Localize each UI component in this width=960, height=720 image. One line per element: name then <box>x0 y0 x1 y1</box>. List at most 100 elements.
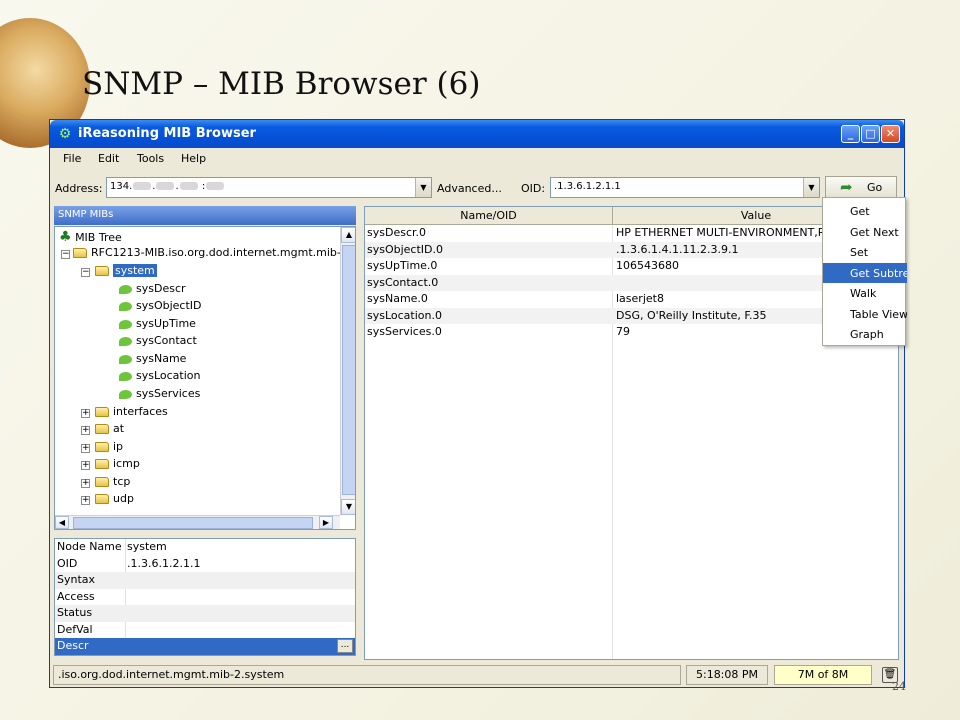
collapse-icon[interactable]: − <box>61 250 70 259</box>
cell-name: sysName.0 <box>367 292 428 305</box>
property-row[interactable]: Node Name system <box>55 539 355 556</box>
tree-node-at[interactable]: at <box>95 422 124 438</box>
cell-name: sysDescr.0 <box>367 226 426 239</box>
table-row[interactable]: sysContact.0 <box>365 274 898 291</box>
tree-node-ip[interactable]: ip <box>95 440 123 456</box>
cell-name: sysUpTime.0 <box>367 259 438 272</box>
folder-open-icon <box>73 248 87 258</box>
tree-node-udp[interactable]: udp <box>95 492 134 508</box>
address-dropdown-icon[interactable]: ▼ <box>415 178 431 197</box>
tree-node-sysname[interactable]: sysName <box>119 352 186 368</box>
slide-page-number: 24 <box>892 680 906 693</box>
address-value: 134... : <box>110 181 225 192</box>
result-table[interactable]: Name/OID Value sysDescr.0 HP ETHERNET MU… <box>364 206 899 660</box>
property-key: DefVal <box>57 622 93 636</box>
property-row[interactable]: DefVal <box>55 622 355 639</box>
oid-combo[interactable]: .1.3.6.1.2.1.1 ▼ <box>550 177 820 198</box>
table-header: Name/OID Value <box>365 207 898 225</box>
expand-icon[interactable]: + <box>81 426 90 435</box>
go-button[interactable]: ➦ Go <box>825 176 897 198</box>
tree-node-sysuptime[interactable]: sysUpTime <box>119 317 196 333</box>
leaf-icon <box>119 336 132 346</box>
property-row[interactable]: Syntax <box>55 572 355 589</box>
table-row[interactable]: sysName.0 laserjet8 <box>365 291 898 308</box>
tree-node-sysservices[interactable]: sysServices <box>119 387 200 403</box>
tree-node-label: sysServices <box>136 387 201 400</box>
status-bar: .iso.org.dod.internet.mgmt.mib-2.system … <box>50 664 904 687</box>
tree-node-icmp[interactable]: icmp <box>95 457 140 473</box>
property-value: system <box>127 540 167 553</box>
scroll-thumb[interactable] <box>342 245 355 495</box>
menu-file[interactable]: File <box>63 152 81 165</box>
scroll-up-icon[interactable]: ▲ <box>341 227 355 243</box>
go-label: Go <box>867 181 883 194</box>
expand-icon[interactable]: + <box>81 496 90 505</box>
leaf-icon <box>119 301 132 311</box>
expand-icon[interactable]: + <box>81 444 90 453</box>
property-row[interactable]: OID .1.3.6.1.2.1.1 <box>55 556 355 573</box>
leaf-icon <box>119 319 132 329</box>
tree-node-label: tcp <box>113 475 131 488</box>
scroll-left-icon[interactable]: ◀ <box>55 516 69 529</box>
property-row[interactable]: Status <box>55 605 355 622</box>
menu-item-get-next[interactable]: Get Next <box>823 222 907 242</box>
expand-icon[interactable]: + <box>81 409 90 418</box>
scroll-down-icon[interactable]: ▼ <box>341 499 355 515</box>
tree-node-root[interactable]: ♣ MIB Tree <box>59 229 122 245</box>
expand-icon[interactable]: + <box>81 461 90 470</box>
property-value: .1.3.6.1.2.1.1 <box>127 556 201 570</box>
expand-icon[interactable]: + <box>81 479 90 488</box>
tree-node-label: sysObjectID <box>136 299 202 312</box>
tree-node-sysobjectid[interactable]: sysObjectID <box>119 299 202 315</box>
maximize-button[interactable]: □ <box>861 125 880 143</box>
status-memory: 7M of 8M <box>774 665 872 685</box>
menu-item-set[interactable]: Set <box>823 242 907 262</box>
tree-horizontal-scrollbar[interactable]: ◀ ▶ <box>55 515 340 529</box>
tree-icon: ♣ <box>59 229 72 245</box>
tree-node-system[interactable]: system <box>95 264 157 280</box>
menu-item-get-subtree[interactable]: Get Subtree <box>823 262 907 283</box>
tree-node-rfc1213[interactable]: RFC1213-MIB.iso.org.dod.internet.mgmt.mi… <box>73 246 348 262</box>
table-row[interactable]: sysObjectID.0 .1.3.6.1.4.1.11.2.3.9.1 <box>365 241 898 258</box>
table-row[interactable]: sysServices.0 79 <box>365 324 898 341</box>
menu-help[interactable]: Help <box>181 152 206 165</box>
scroll-thumb[interactable] <box>73 517 313 529</box>
tree-node-interfaces[interactable]: interfaces <box>95 405 168 421</box>
menu-item-graph[interactable]: Graph <box>823 324 907 344</box>
folder-open-icon <box>95 266 109 276</box>
mib-tree[interactable]: ♣ MIB Tree − RFC1213-MIB.iso.org.dod.int… <box>54 226 356 530</box>
cell-name: sysContact.0 <box>367 275 439 289</box>
collapse-icon[interactable]: − <box>81 268 90 277</box>
close-button[interactable]: ✕ <box>881 125 900 143</box>
menu-edit[interactable]: Edit <box>98 152 119 165</box>
menu-item-get[interactable]: Get <box>823 201 907 221</box>
minimize-button[interactable]: _ <box>841 125 860 143</box>
column-header-name-oid[interactable]: Name/OID <box>365 207 613 225</box>
address-label: Address: <box>55 182 103 195</box>
property-row[interactable]: Access <box>55 589 355 606</box>
tree-node-syscontact[interactable]: sysContact <box>119 334 197 350</box>
tree-node-tcp[interactable]: tcp <box>95 475 130 491</box>
status-path: .iso.org.dod.internet.mgmt.mib-2.system <box>53 665 681 685</box>
address-combo[interactable]: 134... : ▼ <box>106 177 432 198</box>
app-gear-icon: ⚙ <box>58 126 72 142</box>
node-properties-panel: Node Name system OID .1.3.6.1.2.1.1 Synt… <box>54 538 356 656</box>
folder-icon <box>95 477 109 487</box>
advanced-button[interactable]: Advanced... <box>437 182 502 195</box>
descr-ellipsis-button[interactable]: ... <box>337 639 353 653</box>
menu-item-table-view[interactable]: Table View <box>823 304 907 324</box>
table-row[interactable]: sysDescr.0 HP ETHERNET MULTI-ENVIRONMENT… <box>365 225 898 242</box>
tree-vertical-scrollbar[interactable]: ▲ ▼ <box>340 227 355 515</box>
tree-node-sysdescr[interactable]: sysDescr <box>119 282 186 298</box>
menu-item-walk[interactable]: Walk <box>823 283 907 303</box>
oid-dropdown-icon[interactable]: ▼ <box>803 178 819 197</box>
table-row[interactable]: sysUpTime.0 106543680 <box>365 258 898 275</box>
property-row-selected[interactable]: Descr ... <box>55 638 355 655</box>
scroll-right-icon[interactable]: ▶ <box>319 516 333 529</box>
menu-tools[interactable]: Tools <box>137 152 164 165</box>
tree-node-label: MIB Tree <box>75 231 122 244</box>
tree-node-syslocation[interactable]: sysLocation <box>119 369 201 385</box>
folder-icon <box>95 459 109 469</box>
table-row[interactable]: sysLocation.0 DSG, O'Reilly Institute, F… <box>365 307 898 324</box>
title-bar[interactable]: ⚙ iReasoning MIB Browser _ □ ✕ <box>50 120 904 148</box>
